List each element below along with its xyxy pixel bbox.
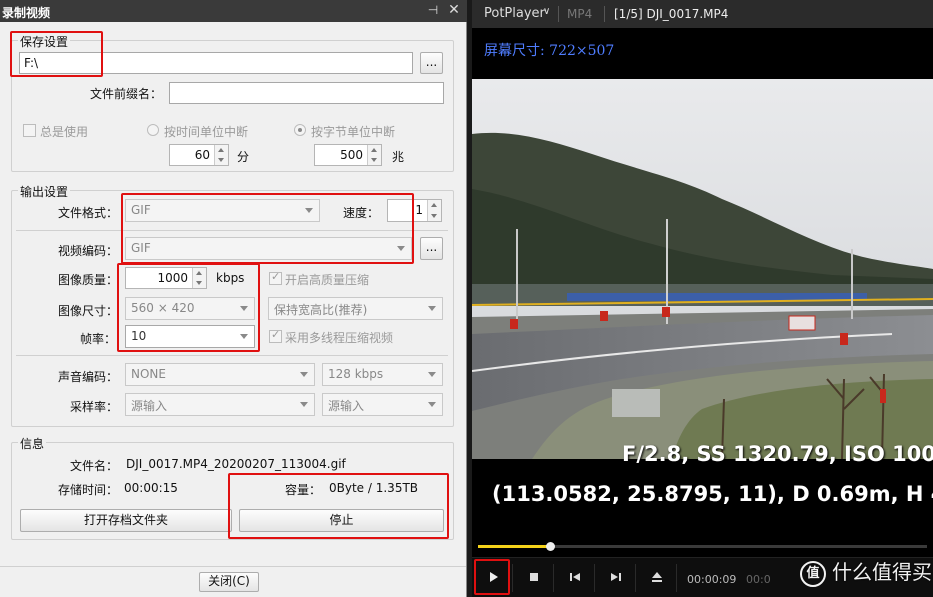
titlebar-divider: [558, 6, 559, 22]
seek-bar[interactable]: [478, 542, 927, 551]
aspect-value: 保持宽高比(推荐): [274, 303, 368, 317]
footer-separator: [0, 566, 466, 567]
multithread-label: 采用多线程压缩视频: [285, 331, 394, 345]
close-icon[interactable]: ✕: [446, 2, 462, 18]
app-menu[interactable]: PotPlayer: [484, 6, 545, 21]
hq-compress-label: 开启高质量压缩: [285, 273, 370, 287]
player-titlebar: PotPlayer ∨ MP4 [1/5] DJI_0017.MP4: [472, 0, 933, 28]
browse-path-button[interactable]: ...: [420, 52, 443, 74]
highlight-format-codec: [121, 193, 414, 264]
current-time: 00:00:09: [687, 573, 737, 586]
by-time-radio[interactable]: [147, 124, 159, 136]
watermark-logo: 值: [800, 560, 826, 587]
potplayer-window: PotPlayer ∨ MP4 [1/5] DJI_0017.MP4 屏幕尺寸:…: [472, 0, 933, 597]
filename-value: DJI_0017.MP4_20200207_113004.gif: [126, 457, 346, 471]
bytes-value: 500: [340, 148, 363, 162]
open-folder-button[interactable]: 打开存档文件夹: [20, 509, 232, 532]
format-label: MP4: [567, 7, 593, 21]
storage-time-value: 00:00:15: [124, 481, 178, 495]
control-divider: [594, 564, 595, 592]
codec-settings-button[interactable]: ...: [420, 237, 443, 260]
output-separator-2: [16, 355, 448, 356]
highlight-play-button: [474, 559, 510, 595]
highlight-quality-size-fps: [117, 263, 260, 352]
exif-overlay-line1: F/2.8, SS 1320.79, ISO 100,: [622, 442, 933, 466]
total-time: 00:0: [746, 573, 771, 586]
prefix-input[interactable]: [169, 82, 444, 104]
video-scene: [472, 79, 933, 459]
previous-button[interactable]: [562, 564, 588, 590]
by-bytes-label: 按字节单位中断: [311, 125, 396, 139]
control-divider: [635, 564, 636, 592]
time-updown[interactable]: [214, 145, 228, 165]
control-divider: [512, 564, 513, 592]
size-label: 图像尺寸：: [58, 304, 119, 318]
time-value-stepper[interactable]: 60: [169, 144, 229, 166]
next-icon: [611, 573, 621, 581]
highlight-save-settings: [10, 31, 103, 77]
info-label: 信息: [18, 435, 47, 452]
by-bytes-radio[interactable]: [294, 124, 306, 136]
fps-label: 帧率：: [80, 332, 117, 346]
bytes-value-stepper[interactable]: 500: [314, 144, 382, 166]
samplerate-select-2[interactable]: 源输入: [322, 393, 443, 416]
close-button[interactable]: 关闭(C): [199, 572, 259, 592]
output-settings-label: 输出设置: [18, 183, 71, 200]
record-video-dialog: 录制视频 ⊣ ✕ 保存设置 F:\ ... 文件前缀名： 总是使用 按时间单位中…: [0, 0, 467, 597]
hq-compress-checkbox[interactable]: [269, 270, 282, 285]
control-divider: [676, 564, 677, 592]
dialog-titlebar: 录制视频 ⊣ ✕: [0, 0, 467, 22]
samplerate-value-2: 源输入: [328, 399, 365, 413]
titlebar-divider: [604, 6, 605, 22]
seek-handle[interactable]: [545, 542, 555, 551]
time-value: 60: [194, 148, 210, 162]
audio-bitrate-value: 128 kbps: [328, 367, 384, 381]
stop-playback-button[interactable]: [521, 564, 547, 590]
audio-codec-label: 声音编码：: [58, 370, 119, 384]
prefix-label: 文件前缀名：: [90, 87, 163, 101]
format-label: 文件格式：: [58, 206, 119, 220]
next-button[interactable]: [603, 564, 629, 590]
quality-label: 图像质量：: [58, 273, 119, 287]
dialog-title: 录制视频: [2, 6, 51, 20]
eject-button[interactable]: [644, 564, 670, 590]
samplerate-select[interactable]: 源输入: [125, 393, 315, 416]
highlight-capacity-stop: [228, 473, 449, 539]
storage-time-label: 存储时间：: [58, 483, 119, 497]
watermark-text: 什么值得买: [832, 560, 932, 584]
always-use-label: 总是使用: [40, 125, 89, 139]
always-use-checkbox[interactable]: [23, 124, 36, 137]
stop-icon: [530, 573, 538, 581]
multithread-checkbox[interactable]: [269, 328, 282, 343]
seek-progress: [478, 545, 550, 548]
samplerate-value: 源输入: [131, 399, 168, 413]
watermark: 值什么值得买: [800, 556, 932, 587]
time-unit-label: 分: [237, 150, 250, 164]
prev-icon: [570, 573, 580, 581]
by-time-label: 按时间单位中断: [164, 125, 249, 139]
speed-updown[interactable]: [427, 200, 441, 221]
speed-value: 1: [415, 203, 423, 217]
audio-bitrate-select[interactable]: 128 kbps: [322, 363, 443, 386]
samplerate-label: 采样率：: [70, 400, 119, 414]
pin-icon[interactable]: ⊣: [426, 3, 440, 17]
audio-codec-value: NONE: [131, 367, 166, 381]
control-divider: [553, 564, 554, 592]
audio-codec-select[interactable]: NONE: [125, 363, 315, 386]
screen-size-osd: 屏幕尺寸: 722×507: [484, 43, 615, 59]
eject-icon: [652, 572, 662, 582]
chevron-down-icon[interactable]: ∨: [543, 6, 550, 17]
filename-label: 文件名：: [70, 459, 119, 473]
bytes-unit-label: 兆: [392, 150, 405, 164]
file-title: [1/5] DJI_0017.MP4: [614, 7, 729, 21]
video-frame[interactable]: [472, 79, 933, 459]
aspect-select[interactable]: 保持宽高比(推荐): [268, 297, 443, 320]
exif-overlay-line2: (113.0582, 25.8795, 11), D 0.69m, H 4.: [492, 482, 933, 506]
video-codec-label: 视频编码：: [58, 244, 119, 258]
bytes-updown[interactable]: [367, 145, 381, 165]
